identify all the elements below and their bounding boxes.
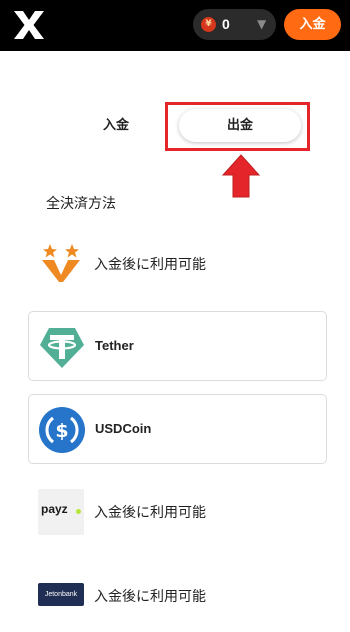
jetonbank-logo-icon: Jetonbank	[38, 583, 84, 606]
balance-selector[interactable]: ¥ 0 ▼	[193, 9, 276, 40]
top-bar: ¥ 0 ▼ 入金	[0, 0, 350, 51]
availability-text: 入金後に利用可能	[94, 257, 206, 273]
payz-logo-icon: payz	[38, 489, 84, 535]
yen-icon: ¥	[201, 17, 216, 32]
balance-value: 0	[222, 16, 230, 32]
payment-method-row: Jetonbank 入金後に利用可能	[38, 573, 328, 621]
svg-text:$: $	[55, 420, 68, 442]
usdc-icon: $	[39, 407, 85, 453]
section-title: 全決済方法	[46, 196, 116, 212]
highlight-box	[165, 102, 310, 151]
payment-card-tether[interactable]: Tether	[28, 311, 327, 381]
availability-text: 入金後に利用可能	[94, 505, 206, 521]
tab-deposit[interactable]: 入金	[82, 108, 150, 143]
star-v-logo-icon	[42, 244, 80, 282]
payment-method-name: Tether	[95, 338, 134, 353]
chevron-down-icon: ▼	[257, 17, 267, 31]
tether-icon	[40, 328, 84, 368]
payment-method-row: 入金後に利用可能	[38, 241, 328, 289]
deposit-button[interactable]: 入金	[284, 9, 341, 40]
payment-method-name: USDCoin	[95, 421, 152, 436]
up-arrow-icon	[221, 154, 261, 198]
x-logo-icon[interactable]	[12, 9, 46, 41]
availability-text: 入金後に利用可能	[94, 589, 206, 605]
payment-method-row: payz 入金後に利用可能	[38, 489, 328, 537]
payment-card-usdcoin[interactable]: $ USDCoin	[28, 394, 327, 464]
